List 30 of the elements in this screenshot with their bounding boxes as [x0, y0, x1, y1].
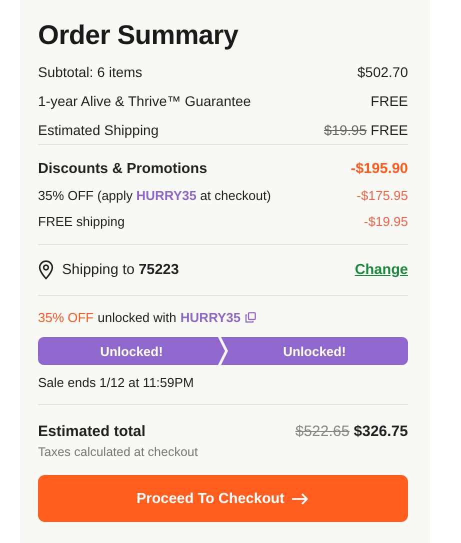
line-value: FREE: [370, 92, 408, 108]
arrow-right-icon: [292, 492, 310, 504]
line-label: Estimated Shipping: [38, 122, 159, 138]
progress-step: Unlocked!: [38, 337, 225, 365]
total-value: $326.75: [354, 422, 408, 440]
discount-label: 35% OFF (apply HURRY35 at checkout): [38, 188, 271, 202]
total-label: Estimated total: [38, 422, 146, 440]
discount-label: FREE shipping: [38, 214, 125, 228]
change-link[interactable]: Change: [354, 262, 408, 278]
progress-step: Unlocked!: [221, 337, 408, 365]
discount-text: 35% OFF: [38, 310, 94, 325]
summary-title: Order Summary: [38, 20, 240, 51]
sale-note: Sale ends 1/12 at 11:59PM: [38, 375, 195, 390]
copy-icon[interactable]: [244, 312, 256, 323]
discount-total: -$195.90: [350, 161, 408, 177]
discount-value: -$175.95: [356, 188, 408, 202]
shipping-label: Shipping to 75223: [62, 262, 179, 278]
location-pin-icon: [38, 260, 54, 280]
line-label: 1-year Alive & Thrive™ Guarantee: [38, 92, 251, 108]
promo-code: HURRY35: [180, 310, 241, 325]
line-label: Subtotal: 6 items: [38, 64, 142, 80]
old-total: $522.65: [295, 422, 350, 440]
tax-note: Taxes calculated at checkout: [38, 445, 199, 459]
old-price: $19.95: [324, 122, 367, 138]
line-value: FREE: [370, 122, 408, 138]
discount-value: -$19.95: [364, 214, 408, 228]
line-value: $502.70: [357, 64, 408, 80]
checkout-button[interactable]: Proceed To Checkout: [38, 475, 408, 522]
discounts-title: Discounts & Promotions: [38, 161, 208, 177]
promo-text: unlocked with: [98, 310, 176, 325]
